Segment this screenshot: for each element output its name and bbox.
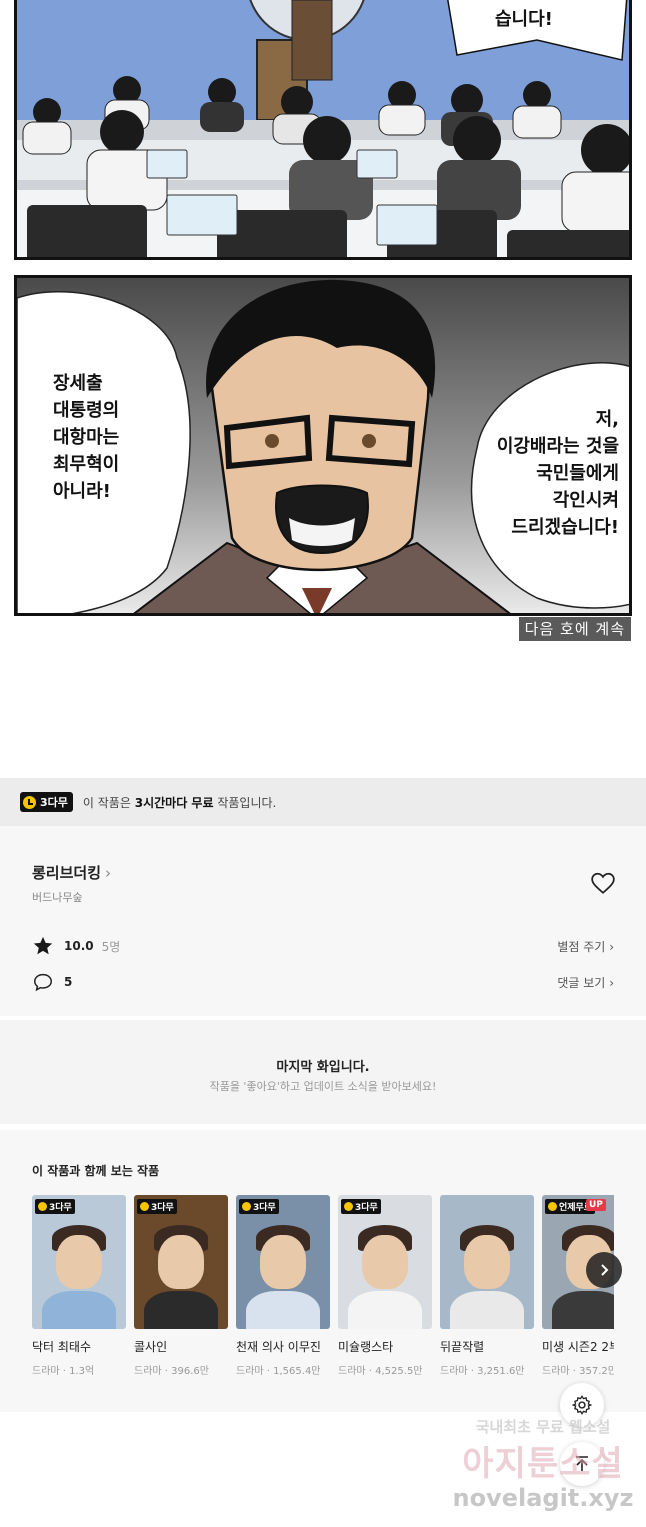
recommendation-card[interactable]: 3다무천재 의사 이무진드라마 · 1,565.4만: [236, 1195, 330, 1377]
recommendation-title: 미생 시즌2 2부: [542, 1340, 614, 1354]
recommendation-meta: 드라마 · 1.3억: [32, 1366, 95, 1377]
star-icon: [33, 936, 53, 955]
free-policy-bar: 3다무 이 작품은 3시간마다 무료 작품입니다.: [0, 778, 646, 826]
rate-button[interactable]: 별점 주기 ›: [557, 938, 614, 955]
recommendation-card[interactable]: 3다무콜사인드라마 · 396.6만: [134, 1195, 228, 1377]
recommendation-title: 뒤끝작렬: [440, 1340, 485, 1354]
clock-icon: [242, 1202, 251, 1211]
to-be-continued-label: 다음 호에 계속: [518, 617, 631, 641]
clock-icon: [344, 1202, 353, 1211]
recommendation-meta: 드라마 · 4,525.5만: [338, 1366, 423, 1377]
thumbnail-badge-label: 3다무: [355, 1203, 378, 1213]
comic-panel-press-conference: 습니다!: [14, 0, 632, 260]
recommendation-meta: 드라마 · 357.2만: [542, 1366, 614, 1377]
recommendation-title: 미슐랭스타: [338, 1340, 394, 1354]
rating-value: 10.0: [64, 939, 94, 953]
heart-outline-icon: [591, 872, 615, 894]
recommendation-thumbnail: 3다무: [134, 1195, 228, 1329]
viewer-settings-button[interactable]: [560, 1383, 604, 1427]
recommendation-meta: 드라마 · 1,565.4만: [236, 1366, 321, 1377]
thumbnail-badge: 3다무: [35, 1199, 75, 1214]
recommendation-card[interactable]: 뒤끝작렬드라마 · 3,251.6만: [440, 1195, 534, 1377]
recommendation-meta: 드라마 · 3,251.6만: [440, 1366, 525, 1377]
recommendation-thumbnail: 3다무: [236, 1195, 330, 1329]
last-episode-notice: 마지막 화입니다. 작품을 '좋아요'하고 업데이트 소식을 받아보세요!: [0, 1020, 646, 1124]
speech-bubble-right-text: 저, 이강배라는 것을 국민들에게 각인시켜 드리겠습니다!: [496, 409, 619, 538]
update-badge: UP: [586, 1199, 606, 1211]
rating-row: 10.0 5명 별점 주기 ›: [32, 934, 614, 958]
wait-free-badge-label: 3다무: [40, 796, 68, 809]
clock-icon: [140, 1202, 149, 1211]
arrow-up-icon: [576, 1456, 588, 1471]
thumbnail-badge: 3다무: [341, 1199, 381, 1214]
recommendation-thumbnail: 3다무: [32, 1195, 126, 1329]
thumbnail-badge: 3다무: [239, 1199, 279, 1214]
series-title-link[interactable]: 롱리브더킹 ›: [32, 862, 111, 883]
recommendation-thumbnail: [440, 1195, 534, 1329]
recommendation-card[interactable]: 3다무미슐랭스타드라마 · 4,525.5만: [338, 1195, 432, 1377]
wait-free-badge: 3다무: [20, 792, 73, 812]
view-comments-button[interactable]: 댓글 보기 ›: [557, 974, 614, 991]
recommendation-title: 닥터 최태수: [32, 1340, 92, 1354]
recommendation-title: 천재 의사 이무진: [236, 1340, 321, 1354]
recommendation-title: 콜사인: [134, 1340, 168, 1354]
carousel-next-icon: [601, 1264, 609, 1276]
watermark-line-1: 국내최초 무료 웹소설: [475, 1418, 611, 1436]
watermark-line-3: novelagit.xyz: [452, 1484, 634, 1512]
gear-icon: [571, 1395, 593, 1415]
like-button[interactable]: [590, 870, 616, 896]
view-comments-label: 댓글 보기: [557, 975, 606, 990]
scroll-to-top-button[interactable]: [560, 1442, 604, 1486]
last-episode-title: 마지막 화입니다.: [276, 1060, 370, 1075]
thumbnail-badge-label: 3다무: [151, 1203, 174, 1213]
clock-icon: [23, 795, 36, 809]
recommendations-carousel: 3다무 닥터 최태수 드라마 · 1.3억 3다무 콜사인 드라마 · 396.6만 3다무…: [32, 1195, 614, 1395]
series-author: 버드나무숲: [32, 891, 83, 904]
recommendation-meta: 드라마 · 396.6만: [134, 1366, 209, 1377]
comic-panel-politician-closeup: 장세출 대통령의 대항마는 최무혁이 아니라! 저, 이강배라는 것을 국민들에…: [14, 275, 632, 616]
clock-icon: [548, 1202, 557, 1211]
chevron-right-icon: ›: [609, 975, 614, 990]
comment-count: 5: [64, 975, 73, 989]
thumbnail-badge-label: 3다무: [49, 1203, 72, 1213]
speech-bubble-left-text: 장세출 대통령의 대항마는 최무혁이 아니라!: [53, 373, 120, 502]
recommendations-heading: 이 작품과 함께 보는 작품: [32, 1164, 160, 1178]
chevron-right-icon: ›: [105, 864, 112, 882]
comment-row: 5 댓글 보기 ›: [32, 970, 614, 994]
rating-count: 5명: [101, 939, 121, 954]
watermark-line-2: 아지툰소설: [462, 1444, 624, 1484]
free-policy-suffix: 작품입니다.: [217, 795, 277, 810]
site-watermark: 국내최초 무료 웹소설 아지툰소설 novelagit.xyz: [448, 1412, 638, 1522]
free-policy-prefix: 이 작품은: [82, 795, 131, 810]
recommendations-section: 이 작품과 함께 보는 작품 3다무 닥터 최태수 드라마 · 1.3억 3다무 콜사인…: [0, 1130, 646, 1412]
press-room-illustration: [17, 0, 629, 257]
free-policy-highlight: 3시간마다 무료: [134, 795, 214, 810]
speech-bubble-text: 습니다!: [495, 9, 553, 30]
chevron-right-icon: ›: [609, 939, 614, 954]
recommendation-thumbnail: 3다무: [338, 1195, 432, 1329]
series-title: 롱리브더킹: [32, 864, 102, 882]
rate-button-label: 별점 주기: [557, 939, 606, 954]
viewer-page: 습니다! 장세출 대통령의 대항마는 최무혁이 아니라! 저, 이강배라는 것을…: [0, 0, 646, 1527]
carousel-next-button[interactable]: [586, 1252, 622, 1288]
thumbnail-badge-label: 3다무: [253, 1203, 276, 1213]
comment-bubble-icon: [34, 973, 52, 992]
series-info-section: 롱리브더킹 › 버드나무숲 10.0 5명 별점 주기 › 5 댓글 보기 ›: [0, 826, 646, 1016]
recommendation-card[interactable]: 3다무닥터 최태수드라마 · 1.3억: [32, 1195, 126, 1377]
clock-icon: [38, 1202, 47, 1211]
free-policy-text: 이 작품은 3시간마다 무료 작품입니다.: [83, 794, 276, 811]
thumbnail-badge: 3다무: [137, 1199, 177, 1214]
comic-episode-image: 습니다! 장세출 대통령의 대항마는 최무혁이 아니라! 저, 이강배라는 것을…: [0, 0, 646, 645]
last-episode-subtitle: 작품을 '좋아요'하고 업데이트 소식을 받아보세요!: [209, 1080, 437, 1093]
